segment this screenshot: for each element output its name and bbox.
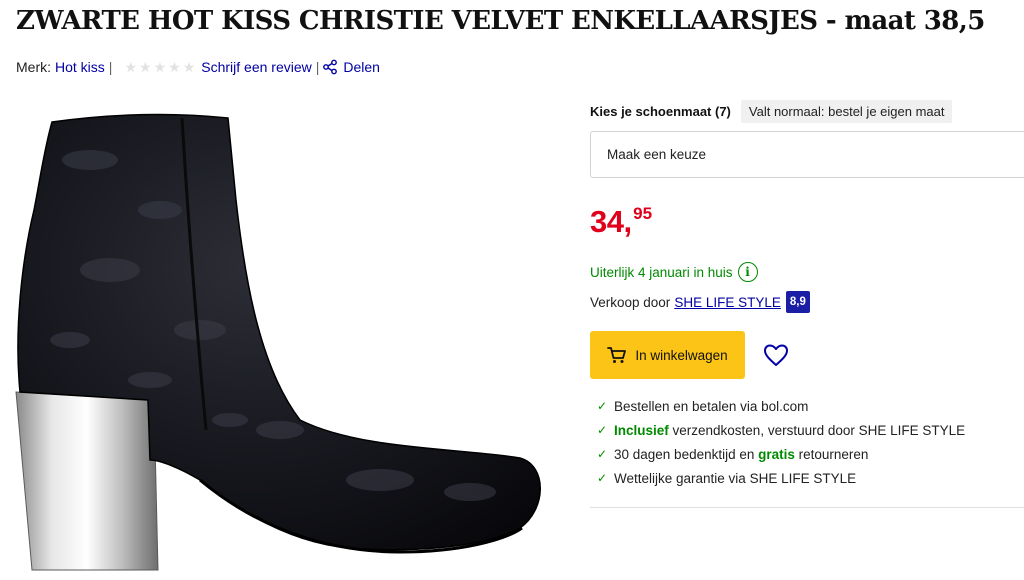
product-image[interactable]	[0, 100, 570, 580]
price-whole: 34	[590, 204, 624, 239]
divider	[590, 507, 1024, 508]
brand-link[interactable]: Hot kiss	[55, 59, 105, 75]
info-icon[interactable]: i	[737, 262, 758, 282]
seller-prefix: Verkoop door	[590, 294, 671, 310]
usp-item: ✓ Wettelijke garantie via SHE LIFE STYLE	[597, 466, 965, 490]
star-icon: ★	[139, 59, 152, 75]
share-label: Delen	[343, 59, 380, 75]
check-icon: ✓	[597, 447, 608, 461]
ankle-boot-illustration	[15, 113, 541, 571]
usp-text: Wettelijke garantie via SHE LIFE STYLE	[614, 470, 857, 486]
star-icon: ★	[153, 59, 167, 75]
usp-text: Bestellen en betalen via bol.com	[614, 398, 809, 414]
price-cents: 95	[633, 204, 653, 223]
usp-highlight: gratis	[758, 446, 795, 462]
heart-icon[interactable]	[762, 342, 790, 368]
write-review-link[interactable]: Schrijf een review	[201, 59, 312, 75]
separator: |	[108, 59, 113, 75]
cart-icon	[607, 347, 627, 363]
share-icon	[323, 59, 338, 75]
page-title: ZWARTE HOT KISS CHRISTIE VELVET ENKELLAA…	[16, 6, 985, 36]
fit-note-badge: Valt normaal: bestel je eigen maat	[740, 99, 953, 123]
seller-info: Verkoop door SHE LIFE STYLE 8,9	[590, 291, 810, 313]
usp-text: 30 dagen bedenktijd en	[614, 446, 759, 462]
cart-label: In winkelwagen	[635, 347, 728, 363]
usp-highlight: Inclusief	[614, 422, 669, 438]
usp-item: ✓ Inclusief verzendkosten, verstuurd doo…	[597, 418, 965, 442]
add-to-cart-button[interactable]: In winkelwagen	[590, 331, 745, 379]
star-icon: ★	[182, 59, 196, 75]
size-select[interactable]: Maak een keuze	[590, 131, 1024, 178]
size-header: Kies je schoenmaat (7) Valt normaal: bes…	[590, 99, 953, 123]
check-icon: ✓	[597, 423, 608, 437]
delivery-text: Uiterlijk 4 januari in huis	[590, 264, 733, 280]
usp-text: verzendkosten, verstuurd door SHE LIFE S…	[668, 422, 966, 438]
delivery-info: Uiterlijk 4 januari in huis i	[590, 262, 758, 282]
usp-item: ✓ Bestellen en betalen via bol.com	[597, 394, 965, 418]
size-label: Kies je schoenmaat (7)	[590, 103, 731, 119]
star-icon: ★	[124, 59, 137, 75]
product-meta-row: Merk: Hot kiss | ★ ★ ★ ★ ★ Schrijf een r…	[16, 57, 380, 77]
rating-stars: ★ ★ ★ ★ ★	[124, 60, 195, 74]
check-icon: ✓	[597, 399, 608, 413]
share-link[interactable]: Delen	[322, 59, 380, 75]
usp-text: retourneren	[794, 446, 869, 462]
seller-link[interactable]: SHE LIFE STYLE	[674, 295, 781, 310]
separator: |	[315, 59, 320, 75]
price: 34 , 95	[590, 205, 652, 239]
seller-rating-badge: 8,9	[785, 291, 810, 313]
usp-item: ✓ 30 dagen bedenktijd en gratis retourne…	[597, 442, 965, 466]
brand-label: Merk:	[16, 59, 51, 75]
usp-list: ✓ Bestellen en betalen via bol.com ✓ Inc…	[597, 394, 965, 490]
star-icon: ★	[168, 59, 181, 75]
check-icon: ✓	[597, 471, 608, 485]
price-comma: ,	[623, 204, 633, 239]
